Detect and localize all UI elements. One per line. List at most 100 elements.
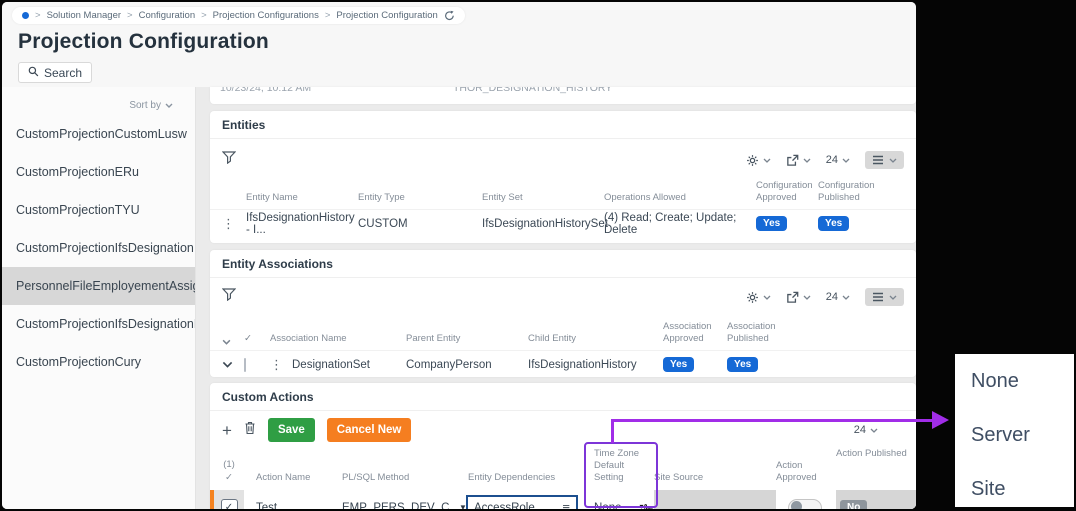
page-size-value: 24 (854, 424, 866, 436)
timezone-dropdown-popup: None Server Site (955, 354, 1074, 507)
col-parent-entity: Parent Entity (406, 333, 528, 345)
settings-dropdown[interactable] (746, 291, 771, 304)
child-entity-cell: IfsDesignationHistory (528, 359, 663, 371)
export-dropdown[interactable] (786, 291, 811, 304)
col-entity-dependencies: Entity Dependencies (456, 472, 582, 484)
entities-title: Entities (210, 111, 916, 139)
col-timezone-default-setting: Time Zone Default Setting (582, 448, 654, 484)
custom-actions-card: Custom Actions + Save Cancel New 24 (210, 383, 916, 509)
col-action-published: Action Published (836, 448, 916, 484)
main-content: 10/23/24, 10:12 AM THOR_DESIGNATION_HIST… (196, 87, 916, 509)
page-size-dropdown[interactable]: 24 (854, 424, 878, 436)
col-entity-type: Entity Type (358, 192, 482, 204)
col-operations-allowed: Operations Allowed (604, 192, 756, 204)
select-all-checkmark-icon[interactable]: ✓ (225, 472, 233, 484)
action-approved-toggle[interactable] (788, 499, 822, 509)
col-plsql-method: PL/SQL Method (342, 472, 456, 484)
filter-icon[interactable] (222, 288, 236, 306)
kebab-menu-icon[interactable]: ⋮ (222, 216, 246, 232)
parent-entity-cell: CompanyPerson (406, 359, 528, 371)
custom-actions-toolbar: + Save Cancel New 24 (210, 411, 916, 448)
breadcrumb-projection-configurations[interactable]: Projection Configurations (213, 10, 319, 21)
custom-actions-table-row[interactable]: ✓ Test EMP_PERS_DEV_C... ▼ AccessRole ≡ (210, 490, 916, 509)
sidebar-item-customprojectioncustomlusw[interactable]: CustomProjectionCustomLusw (2, 115, 195, 153)
add-row-icon[interactable]: + (222, 422, 232, 439)
row-checkbox[interactable]: ✓ (210, 490, 244, 509)
list-select-icon[interactable]: ≡ (562, 500, 570, 509)
delete-icon[interactable] (244, 421, 256, 440)
breadcrumb-separator: > (325, 10, 331, 21)
entities-table-row[interactable]: ⋮ IfsDesignationHistory - I... CUSTOM If… (210, 209, 916, 237)
sidebar-item-customprojectionifsdesignation[interactable]: CustomProjectionIfsDesignation (2, 229, 195, 267)
entities-toolbar: 24 (210, 139, 916, 181)
view-mode-dropdown[interactable] (865, 288, 904, 306)
settings-dropdown[interactable] (746, 154, 771, 167)
app-dot-icon (22, 12, 29, 19)
breadcrumb-projection-configuration[interactable]: Projection Configuration (336, 10, 437, 21)
col-child-entity: Child Entity (528, 333, 663, 345)
action-approved-cell (776, 499, 836, 509)
cancel-new-button[interactable]: Cancel New (327, 418, 412, 442)
sort-by-control[interactable]: Sort by (2, 95, 195, 115)
entities-header-row: Entity Name Entity Type Entity Set Opera… (210, 181, 916, 209)
sidebar-item-customprojectionifsdesignationhisto[interactable]: CustomProjectionIfsDesignationHisto (2, 305, 195, 343)
timezone-option-site[interactable]: Site (955, 462, 1074, 511)
search-button[interactable]: Search (18, 62, 92, 83)
action-published-badge: No (840, 500, 867, 509)
entity-type-cell: CUSTOM (358, 218, 482, 230)
sidebar-item-customprojectioneru[interactable]: CustomProjectionERu (2, 153, 195, 191)
associations-header-row: ✓ Association Name Parent Entity Child E… (210, 316, 916, 350)
cursor-hand-icon: ▾ (640, 502, 655, 509)
view-mode-dropdown[interactable] (865, 151, 904, 169)
chevron-down-icon (803, 295, 811, 300)
timezone-option-server[interactable]: Server (955, 408, 1074, 462)
timezone-option-none[interactable]: None (955, 354, 1074, 408)
breadcrumb-configuration[interactable]: Configuration (139, 10, 196, 21)
row-checkbox[interactable] (244, 359, 270, 371)
page-size-dropdown[interactable]: 24 (826, 154, 850, 166)
col-association-approved: Association Approved (663, 321, 727, 345)
chevron-down-icon (165, 103, 173, 108)
sidebar-item-customprojectiontyu[interactable]: CustomProjectionTYU (2, 191, 195, 229)
timezone-default-setting-select[interactable]: None ▾ (582, 498, 654, 509)
col-site-source: Site Source (654, 448, 776, 484)
breadcrumb-solution-manager[interactable]: Solution Manager (47, 10, 121, 21)
collapse-all-icon[interactable] (222, 339, 244, 345)
list-view-icon (872, 155, 884, 165)
association-name-cell: DesignationSet (292, 359, 406, 371)
chevron-down-icon (842, 158, 850, 163)
checkbox-checked-icon: ✓ (221, 499, 238, 509)
association-published-badge: Yes (727, 357, 758, 372)
save-button[interactable]: Save (268, 418, 315, 442)
operations-allowed-cell: (4) Read; Create; Update; Delete (604, 212, 756, 236)
expand-row-icon[interactable] (222, 361, 244, 368)
sort-by-label: Sort by (129, 100, 161, 111)
sidebar-item-customprojectioncury[interactable]: CustomProjectionCury (2, 343, 195, 381)
entity-dependencies-cell: AccessRole ≡ (456, 495, 582, 509)
col-association-published: Association Published (727, 321, 797, 345)
select-all-checkmark-icon[interactable]: ✓ (244, 333, 270, 345)
scrolled-row-card: 10/23/24, 10:12 AM THOR_DESIGNATION_HIST… (210, 87, 916, 104)
page-header: > Solution Manager > Configuration > Pro… (2, 2, 916, 87)
site-source-cell (654, 490, 776, 509)
breadcrumb-separator: > (35, 10, 41, 21)
kebab-menu-icon[interactable]: ⋮ (270, 357, 292, 373)
export-dropdown[interactable] (786, 154, 811, 167)
sidebar-item-personnelfileemployementassignme[interactable]: PersonnelFileEmployementAssignme (2, 267, 195, 305)
page-size-value: 24 (826, 154, 838, 166)
export-icon (786, 291, 799, 304)
refresh-icon[interactable] (444, 10, 455, 21)
scrolled-row-timestamp: 10/23/24, 10:12 AM (220, 87, 311, 94)
entity-dependencies-field[interactable]: AccessRole ≡ (466, 495, 578, 509)
chevron-down-icon (763, 295, 771, 300)
col-configuration-published: Configuration Published (818, 180, 888, 204)
page-size-dropdown[interactable]: 24 (826, 291, 850, 303)
filter-icon[interactable] (222, 151, 236, 169)
col-entity-set: Entity Set (482, 192, 604, 204)
entity-name-cell: IfsDesignationHistory - I... (246, 212, 358, 236)
associations-table-row[interactable]: ⋮ DesignationSet CompanyPerson IfsDesign… (210, 350, 916, 378)
scrolled-row-method: THOR_DESIGNATION_HISTORY (453, 87, 612, 94)
plsql-method-select[interactable]: EMP_PERS_DEV_C... ▼ (342, 502, 456, 509)
breadcrumb-separator: > (201, 10, 207, 21)
action-name-cell[interactable]: Test (244, 502, 342, 509)
